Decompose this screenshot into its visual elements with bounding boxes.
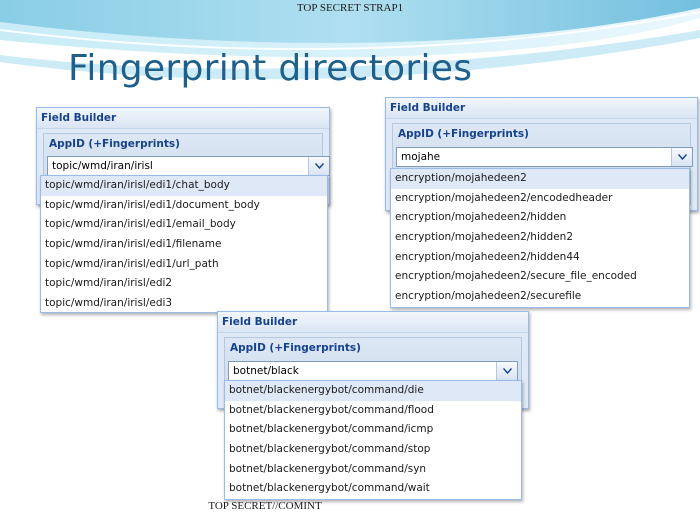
chevron-down-icon[interactable] [496, 362, 517, 380]
dropdown-option[interactable]: botnet/blackenergybot/command/icmp [225, 420, 521, 440]
panel-header: Field Builder [386, 98, 697, 119]
dropdown-option[interactable]: botnet/blackenergybot/command/die [225, 381, 521, 401]
appid-combobox[interactable] [396, 147, 693, 167]
appid-input[interactable] [397, 148, 672, 166]
classification-banner-bottom: TOP SECRET//COMINT [208, 500, 322, 512]
dropdown-option[interactable]: topic/wmd/iran/irisl/edi1/chat_body [41, 176, 327, 196]
dropdown-option[interactable]: topic/wmd/iran/irisl/edi1/email_body [41, 215, 327, 235]
appid-combobox[interactable] [228, 361, 518, 381]
dropdown-option[interactable]: botnet/blackenergybot/command/syn [225, 460, 521, 480]
appid-field-label: AppID (+Fingerprints) [49, 138, 180, 150]
slide-title: Fingerprint directories [68, 48, 473, 89]
dropdown-option[interactable]: topic/wmd/iran/irisl/edi2 [41, 274, 327, 294]
appid-dropdown-list-botnet: botnet/blackenergybot/command/die botnet… [224, 380, 522, 500]
dropdown-option[interactable]: topic/wmd/iran/irisl/edi1/filename [41, 235, 327, 255]
dropdown-option[interactable]: encryption/mojahedeen2/securefile [391, 287, 689, 307]
dropdown-option[interactable]: botnet/blackenergybot/command/stop [225, 440, 521, 460]
appid-field-label: AppID (+Fingerprints) [230, 342, 361, 354]
classification-banner-top: TOP SECRET STRAP1 [296, 2, 404, 14]
dropdown-option[interactable]: topic/wmd/iran/irisl/edi1/url_path [41, 255, 327, 275]
appid-input[interactable] [48, 157, 309, 175]
chevron-down-icon[interactable] [308, 157, 329, 175]
appid-field-label: AppID (+Fingerprints) [398, 128, 529, 140]
chevron-down-icon[interactable] [671, 148, 692, 166]
appid-input[interactable] [229, 362, 497, 380]
dropdown-option[interactable]: encryption/mojahedeen2/encodedheader [391, 189, 689, 209]
dropdown-option[interactable]: botnet/blackenergybot/command/wait [225, 479, 521, 499]
dropdown-option[interactable]: encryption/mojahedeen2/hidden2 [391, 228, 689, 248]
panel-header: Field Builder [218, 312, 528, 333]
dropdown-option[interactable]: encryption/mojahedeen2/hidden44 [391, 248, 689, 268]
dropdown-option[interactable]: encryption/mojahedeen2/hidden [391, 208, 689, 228]
dropdown-option[interactable]: botnet/blackenergybot/command/flood [225, 401, 521, 421]
appid-combobox[interactable] [47, 156, 330, 176]
appid-dropdown-list-topic: topic/wmd/iran/irisl/edi1/chat_body topi… [40, 175, 328, 313]
dropdown-option[interactable]: encryption/mojahedeen2 [391, 169, 689, 189]
appid-dropdown-list-encryption: encryption/mojahedeen2 encryption/mojahe… [390, 168, 690, 308]
dropdown-option[interactable]: encryption/mojahedeen2/secure_file_encod… [391, 267, 689, 287]
panel-header: Field Builder [37, 108, 329, 129]
dropdown-option[interactable]: topic/wmd/iran/irisl/edi1/document_body [41, 196, 327, 216]
